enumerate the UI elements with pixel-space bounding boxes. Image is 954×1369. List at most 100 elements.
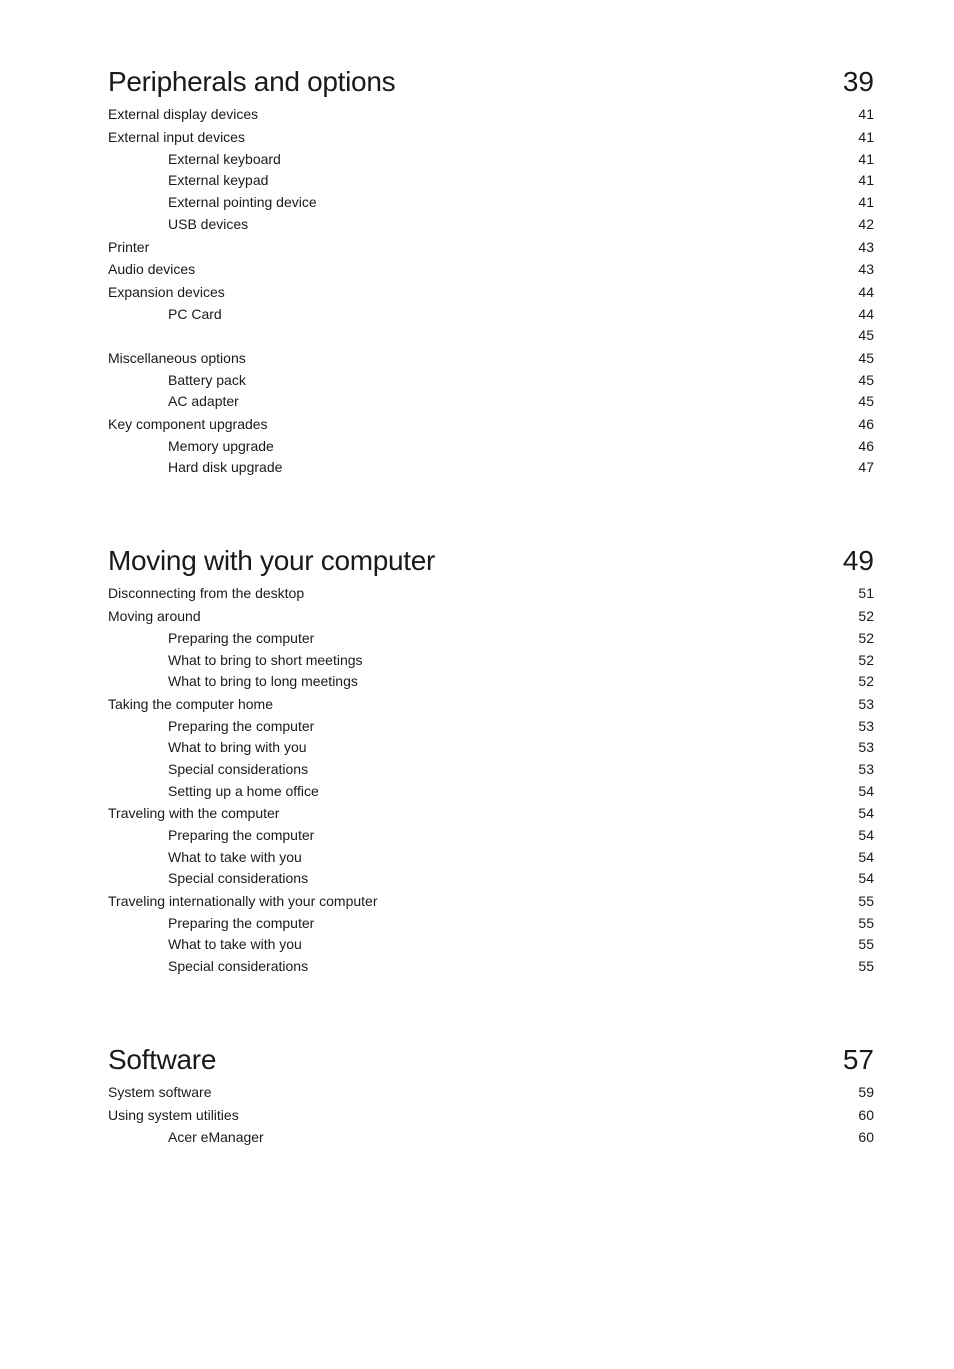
toc-level1-text: Miscellaneous options <box>108 348 858 370</box>
toc-entry-row: Hard disk upgrade47 <box>108 457 874 479</box>
toc-section: Software57System software59Using system … <box>108 1038 874 1148</box>
toc-entry-row: External display devices41 <box>108 103 874 126</box>
toc-entry-page: 53 <box>858 716 874 738</box>
toc-entry-row: Expansion devices44 <box>108 281 874 304</box>
toc-level2-text: Hard disk upgrade <box>108 457 858 479</box>
toc-entry-row: Preparing the computer52 <box>108 628 874 650</box>
toc-entry-row: What to bring to short meetings52 <box>108 650 874 672</box>
toc-entry-page: 55 <box>858 913 874 935</box>
toc-entry-page: 42 <box>858 214 874 236</box>
toc-entry-page: 60 <box>858 1127 874 1149</box>
toc-entry-row: Preparing the computer53 <box>108 716 874 738</box>
toc-entry-row: External keyboard41 <box>108 149 874 171</box>
toc-entry-page: 54 <box>858 868 874 890</box>
toc-entry-row: USB devices42 <box>108 214 874 236</box>
toc-level2-text: Memory upgrade <box>108 436 858 458</box>
toc-entry-row: Printer43 <box>108 236 874 259</box>
toc-entry-row: What to bring to long meetings52 <box>108 671 874 693</box>
toc-level2-text: Special considerations <box>108 956 858 978</box>
toc-entry-row: Preparing the computer55 <box>108 913 874 935</box>
toc-section: Moving with your computer49Disconnecting… <box>108 539 874 978</box>
toc-entry-page: 53 <box>858 759 874 781</box>
toc-entry-row: Traveling internationally with your comp… <box>108 890 874 913</box>
toc-entry-page: 46 <box>858 436 874 458</box>
toc-entry-row: What to take with you54 <box>108 847 874 869</box>
toc-entry-row: Special considerations53 <box>108 759 874 781</box>
section-title: Software <box>108 1038 843 1081</box>
toc-entry-row: Special considerations54 <box>108 868 874 890</box>
toc-entry-page: 54 <box>858 825 874 847</box>
toc-level2-text: What to bring to short meetings <box>108 650 858 672</box>
toc-entry-page: 52 <box>858 606 874 628</box>
toc-entry-row: Special considerations55 <box>108 956 874 978</box>
toc-level1-text: Using system utilities <box>108 1105 858 1127</box>
toc-entry-page: 54 <box>858 847 874 869</box>
toc-level2-text: External keyboard <box>108 149 858 171</box>
toc-level2-text: Special considerations <box>108 868 858 890</box>
toc-entry-page: 59 <box>858 1082 874 1104</box>
toc-level2-text: What to take with you <box>108 934 858 956</box>
toc-entry-page: 41 <box>858 104 874 126</box>
toc-entry-page: 44 <box>858 282 874 304</box>
toc-entry-page: 54 <box>858 781 874 803</box>
toc-level1-text: Traveling internationally with your comp… <box>108 891 858 913</box>
toc-entry-row: Moving around52 <box>108 605 874 628</box>
toc-level1-text: External input devices <box>108 127 858 149</box>
toc-entry-row: Memory upgrade46 <box>108 436 874 458</box>
section-page: 57 <box>843 1038 874 1081</box>
toc-level2-text: What to take with you <box>108 847 858 869</box>
toc-level2-text: Acer eManager <box>108 1127 858 1149</box>
toc-entry-row: Using system utilities60 <box>108 1104 874 1127</box>
toc-entry-page: 55 <box>858 934 874 956</box>
toc-entry-page: 41 <box>858 127 874 149</box>
toc-level2-text: External pointing device <box>108 192 858 214</box>
toc-entry-row: Acer eManager60 <box>108 1127 874 1149</box>
toc-entry-page: 46 <box>858 414 874 436</box>
section-title-row: Moving with your computer49 <box>108 539 874 582</box>
toc-entry-page: 41 <box>858 170 874 192</box>
toc-entry-page: 45 <box>858 348 874 370</box>
toc-entry-row: PC Card44 <box>108 304 874 326</box>
section-title-row: Software57 <box>108 1038 874 1081</box>
toc-entry-row: External pointing device41 <box>108 192 874 214</box>
toc-entry-page: 45 <box>858 325 874 347</box>
toc-entry-row: System software59 <box>108 1081 874 1104</box>
section-page: 49 <box>843 539 874 582</box>
toc-container: Peripherals and options39External displa… <box>108 60 874 1148</box>
toc-entry-page: 52 <box>858 628 874 650</box>
toc-entry-row: Preparing the computer54 <box>108 825 874 847</box>
toc-entry-page: 45 <box>858 391 874 413</box>
toc-entry-row: 45 <box>108 325 874 347</box>
toc-entry-page: 55 <box>858 956 874 978</box>
toc-entry-page: 47 <box>858 457 874 479</box>
toc-level2-text: PC Card <box>108 304 858 326</box>
toc-entry-row: External input devices41 <box>108 126 874 149</box>
section-title-row: Peripherals and options39 <box>108 60 874 103</box>
toc-level2-text: External keypad <box>108 170 858 192</box>
toc-level1-text: Moving around <box>108 606 858 628</box>
toc-entry-row: Taking the computer home53 <box>108 693 874 716</box>
toc-level2-text: What to bring to long meetings <box>108 671 858 693</box>
toc-entry-page: 54 <box>858 803 874 825</box>
toc-level1-text: Expansion devices <box>108 282 858 304</box>
toc-entry-row: What to take with you55 <box>108 934 874 956</box>
toc-level1-text: Audio devices <box>108 259 858 281</box>
toc-level2-text: USB devices <box>108 214 858 236</box>
toc-level2-text: Battery pack <box>108 370 858 392</box>
toc-entry-page: 41 <box>858 149 874 171</box>
toc-entry-page: 55 <box>858 891 874 913</box>
toc-level2-text: Preparing the computer <box>108 628 858 650</box>
toc-entry-page: 43 <box>858 237 874 259</box>
toc-section: Peripherals and options39External displa… <box>108 60 874 479</box>
toc-entry-page: 45 <box>858 370 874 392</box>
toc-entry-row: AC adapter45 <box>108 391 874 413</box>
toc-entry-row: Setting up a home office54 <box>108 781 874 803</box>
toc-level1-text: Disconnecting from the desktop <box>108 583 858 605</box>
toc-entry-page: 53 <box>858 737 874 759</box>
toc-entry-row: What to bring with you53 <box>108 737 874 759</box>
toc-level2-text: Preparing the computer <box>108 913 858 935</box>
toc-level2-text: Special considerations <box>108 759 858 781</box>
toc-level1-text: External display devices <box>108 104 858 126</box>
toc-entry-page: 51 <box>858 583 874 605</box>
toc-entry-page: 41 <box>858 192 874 214</box>
